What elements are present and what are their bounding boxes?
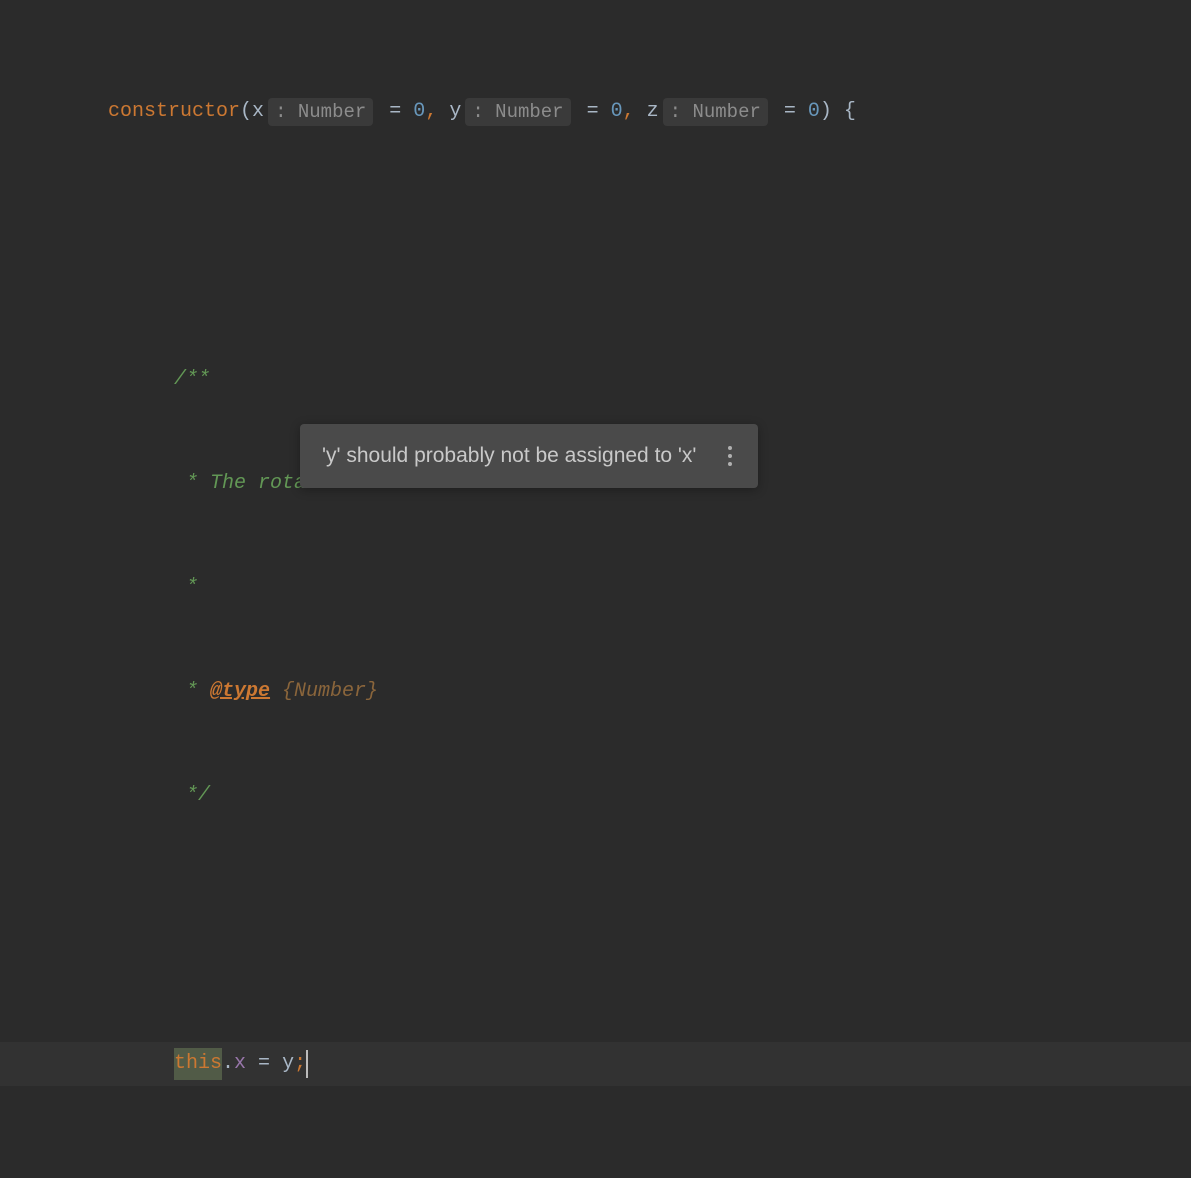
code-editor[interactable]: constructor(x: Number = 0, y: Number = 0… [0,0,1191,1178]
blank-line [0,908,1191,952]
code-line-assignment[interactable]: this.x = y; [0,1042,1191,1086]
param-x: x [252,97,264,127]
default-z: 0 [808,97,820,127]
doc-close: */ [0,774,1191,818]
brace-open: { [832,97,856,127]
keyword-constructor: constructor [108,97,240,127]
type-hint-x: : Number [268,98,373,127]
inspection-tooltip[interactable]: 'y' should probably not be assigned to '… [300,424,758,488]
property-x: x [234,1049,246,1079]
default-y: 0 [611,97,623,127]
more-vert-icon[interactable] [724,442,736,470]
paren-open: ( [240,97,252,127]
jsdoc-tag: @type [210,677,270,707]
default-x: 0 [413,97,425,127]
doc-line: * [0,566,1191,610]
type-hint-z: : Number [663,98,768,127]
blank-line [0,1176,1191,1178]
keyword-this: this [174,1048,222,1080]
doc-type-line: * @type {Number} [0,670,1191,714]
blank-line [0,224,1191,268]
paren-close: ) [820,97,832,127]
doc-open: /** [0,358,1191,402]
type-hint-y: : Number [465,98,570,127]
param-y: y [449,97,461,127]
variable-y: y [282,1049,294,1079]
param-z: z [647,97,659,127]
text-caret [306,1050,308,1078]
tooltip-message: 'y' should probably not be assigned to '… [322,440,696,472]
code-line-signature: constructor(x: Number = 0, y: Number = 0… [0,90,1191,134]
